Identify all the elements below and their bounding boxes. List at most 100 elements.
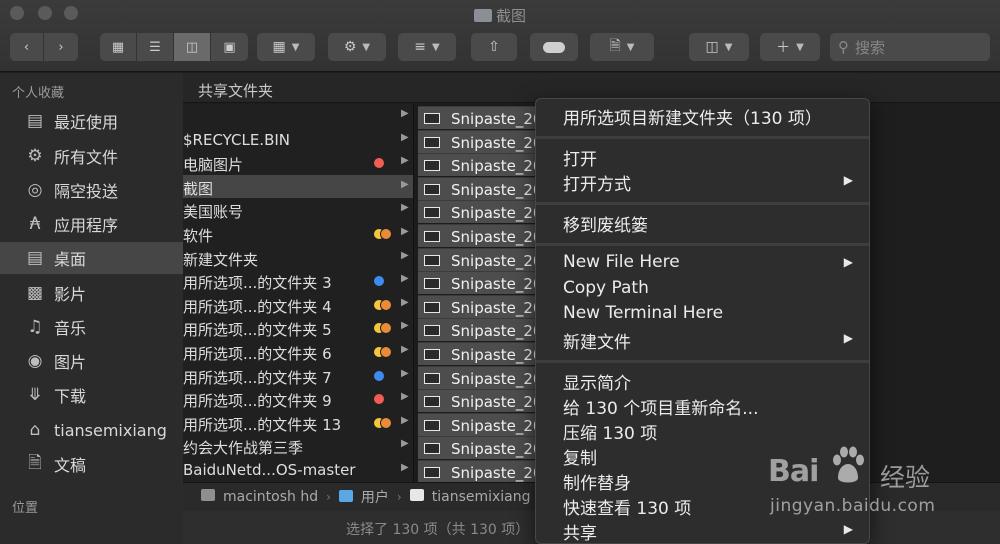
folder-row[interactable]: 软件 ▶ [183, 222, 413, 245]
file-row[interactable]: Snipaste_20 [418, 460, 553, 482]
menu-item[interactable]: 新建文件 ▶ [536, 328, 869, 353]
folder-icon [201, 489, 215, 501]
folder-row[interactable]: 用所选项...的文件夹 6 ▶ [183, 340, 413, 363]
group-by-button[interactable]: ▦ ▼ [257, 33, 315, 61]
tag-icon [543, 41, 565, 53]
menu-item[interactable]: New Terminal Here [536, 303, 869, 328]
menu-item[interactable]: 给 130 个项目重新命名... [536, 394, 869, 419]
paw-logo-icon [833, 446, 864, 483]
sidebar-item-label: tiansemixiang [54, 420, 167, 440]
file-row[interactable]: Snipaste_20 [418, 153, 553, 177]
folder-row[interactable]: ▶ [183, 104, 413, 127]
folder-row-label: 电脑图片 [183, 156, 244, 175]
sidebar-item-applications[interactable]: ₳ 应用程序 [0, 208, 183, 240]
sidebar-item-all-files[interactable]: ⚙ 所有文件 [0, 140, 183, 172]
sidebar-item-airdrop[interactable]: ◎ 隔空投送 [0, 174, 183, 206]
sidebar-item-recents[interactable]: ▤ 最近使用 [0, 105, 183, 137]
menu-separator [536, 202, 869, 206]
document-icon: 🗎 [609, 38, 621, 54]
image-file-icon [424, 254, 440, 266]
path-segment-label: tiansemixiang [431, 489, 531, 505]
file-row[interactable]: Snipaste_20 [418, 318, 553, 342]
sidebar-item-documents[interactable]: 🗎 文稿 [0, 448, 183, 480]
file-row[interactable]: Snipaste_20 [418, 224, 553, 247]
file-row[interactable]: Snipaste_20 [418, 342, 553, 365]
file-row-label: Snipaste_20 [451, 133, 543, 152]
folder-row[interactable]: 用所选项...的文件夹 5 ▶ [183, 316, 413, 339]
gallery-view-button[interactable]: ▣ [211, 33, 248, 61]
folder-row[interactable]: 用所选项...的文件夹 13 ▶ [183, 411, 413, 434]
chevron-right-icon: ▶ [401, 367, 409, 379]
column-view-button[interactable]: ◫ [174, 33, 211, 61]
sidebar-item-pictures[interactable]: ◉ 图片 [0, 345, 183, 377]
path-segment[interactable]: 用户 [338, 487, 389, 507]
sidebar-item-desktop[interactable]: ▤ 桌面 [0, 242, 183, 274]
sidebar-item-label: 应用程序 [54, 216, 119, 235]
folder-row[interactable]: 约会大作战第三季 ▶ [183, 434, 413, 457]
menu-item[interactable]: 打开 [536, 145, 869, 170]
path-segment[interactable]: macintosh hd [201, 489, 318, 505]
tag-dot [373, 393, 385, 406]
sidebar-item-movies[interactable]: ▩ 影片 [0, 277, 183, 309]
folder-row-label: 美国账号 [183, 203, 244, 222]
back-button[interactable]: ‹ [10, 33, 44, 61]
file-row[interactable]: Snipaste_20 [418, 365, 553, 389]
forward-button[interactable]: › [44, 33, 78, 61]
window-title-text: 截图 [495, 7, 526, 25]
folder-row[interactable]: 用所选项...的文件夹 3 ▶ [183, 269, 413, 292]
tag-dot [380, 228, 392, 240]
tag-dot [373, 369, 385, 382]
folder-row[interactable]: 美国账号 ▶ [183, 198, 413, 221]
menu-item[interactable]: 用所选项目新建文件夹（130 项） [536, 104, 869, 129]
file-row[interactable]: Snipaste_20 [418, 436, 553, 460]
icon-view-button[interactable]: ▦ [100, 33, 137, 61]
sidebar-item-label: 音乐 [54, 319, 87, 338]
group-icon: ▦ [272, 39, 286, 55]
folder-row[interactable]: $RECYCLE.BIN ▶ [183, 128, 413, 151]
column-header-title: 共享文件夹 [198, 82, 274, 100]
add-button[interactable]: ＋ ▼ [760, 33, 820, 61]
folder-row[interactable]: 电脑图片 ▶ [183, 151, 413, 174]
folder-row[interactable]: 新建文件夹 ▶ [183, 246, 413, 269]
file-row[interactable]: Snipaste_20 [418, 106, 553, 129]
file-row[interactable]: Snipaste_20 [418, 294, 553, 318]
file-row[interactable]: Snipaste_20 [418, 412, 553, 436]
chevron-right-icon: ▶ [401, 202, 409, 214]
folder-row[interactable]: 用所选项...的文件夹 4 ▶ [183, 293, 413, 316]
folder-row[interactable]: BaiduNetd...OS-master ▶ [183, 458, 413, 481]
share-button[interactable]: ⇧ [471, 33, 517, 61]
open-in-button[interactable]: ◫ ▼ [689, 33, 749, 61]
arrange-button[interactable]: ≡ ▼ [398, 33, 456, 61]
menu-item[interactable]: Copy Path [536, 278, 869, 303]
path-segment-label: 用户 [360, 490, 389, 506]
sidebar-item-music[interactable]: ♫ 音乐 [0, 311, 183, 343]
sidebar-item-home[interactable]: ⌂ tiansemixiang [0, 414, 183, 446]
file-row[interactable]: Snipaste_20 [418, 200, 553, 224]
new-file-button[interactable]: 🗎 ▼ [590, 33, 654, 61]
folder-row[interactable]: 截图 ▶ [183, 174, 413, 198]
menu-item[interactable]: 显示简介 [536, 369, 869, 394]
path-segment-label: macintosh hd [223, 489, 319, 505]
path-segment[interactable]: tiansemixiang [409, 489, 531, 505]
menu-item[interactable]: 打开方式 ▶ [536, 170, 869, 195]
file-row[interactable]: Snipaste_20 [418, 176, 553, 200]
image-file-icon [424, 396, 440, 408]
chevron-down-icon: ▼ [796, 41, 804, 53]
search-field[interactable]: ⚲ 搜索 [830, 33, 990, 61]
file-row[interactable]: Snipaste_20 [418, 389, 553, 413]
menu-item[interactable]: 移到废纸篓 [536, 211, 869, 236]
folder-row[interactable]: 用所选项...的文件夹 7 ▶ [183, 364, 413, 387]
folder-row[interactable]: 用所选项...的文件夹 9 ▶ [183, 387, 413, 410]
chevron-right-icon: › [396, 490, 402, 504]
image-file-icon [424, 113, 440, 124]
sidebar-item-downloads[interactable]: ⤋ 下载 [0, 379, 183, 411]
file-row[interactable]: Snipaste_20 [418, 271, 553, 295]
list-view-button[interactable]: ☰ [137, 33, 174, 61]
arrange-icon: ≡ [414, 39, 427, 55]
action-button[interactable]: ⚙ ▼ [328, 33, 386, 61]
file-row[interactable]: Snipaste_20 [418, 129, 553, 153]
menu-item[interactable]: New File Here ▶ [536, 252, 869, 277]
file-row[interactable]: Snipaste_20 [418, 247, 553, 271]
applications-icon: ₳ [29, 214, 41, 234]
tags-button[interactable] [530, 33, 578, 61]
